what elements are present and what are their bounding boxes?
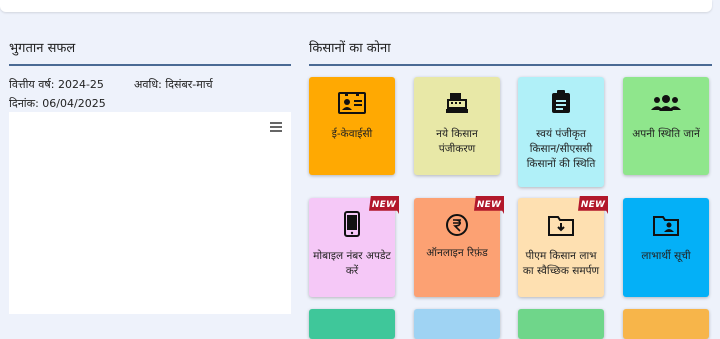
tile-ekyc[interactable]: ई-केवाईसी xyxy=(309,77,395,175)
payment-title-underline xyxy=(9,64,291,66)
tile-label: पीएम किसान लाभ का स्वैच्छिक समर्पण xyxy=(522,250,600,277)
chart-menu-icon[interactable] xyxy=(270,122,282,132)
new-badge: NEW xyxy=(474,196,504,214)
new-badge: NEW xyxy=(578,196,608,214)
tile-label: ई-केवाईसी xyxy=(331,128,373,140)
id-card-icon xyxy=(338,92,366,114)
financial-year-label: वित्तीय वर्ष: 2024-25 xyxy=(9,78,104,91)
tile-label: नये किसान पंजीकरण xyxy=(436,128,478,155)
tile-online-refund[interactable]: ऑनलाइन रिफ़ंड NEW xyxy=(414,196,504,297)
tile-label: ऑनलाइन रिफ़ंड xyxy=(426,247,488,259)
tile-label: अपनी स्थिति जानें xyxy=(632,128,700,140)
tile-new-farmer-registration[interactable]: नये किसान पंजीकरण xyxy=(414,77,500,175)
mobile-icon xyxy=(344,211,360,237)
payment-success-title: भुगतान सफल xyxy=(9,41,76,56)
tile-know-your-status[interactable]: अपनी स्थिति जानें xyxy=(623,77,709,175)
tile-label: लाभार्थी सूची xyxy=(641,250,691,262)
folder-user-icon xyxy=(653,214,679,236)
date-label: दिनांक: 06/04/2025 xyxy=(9,97,106,110)
new-badge: NEW xyxy=(369,196,399,214)
cash-register-icon xyxy=(445,92,469,114)
tile-voluntary-surrender[interactable]: पीएम किसान लाभ का स्वैच्छिक समर्पण NEW xyxy=(518,196,608,297)
tile-self-registered-status[interactable]: स्वयं पंजीकृत किसान/सीएससी किसानों की स्… xyxy=(518,77,604,187)
rupee-refund-icon xyxy=(445,213,469,237)
farmers-corner-title: किसानों का कोना xyxy=(309,41,391,56)
farmers-corner-underline xyxy=(309,64,712,66)
clipboard-icon xyxy=(551,90,571,114)
period-label: अवधि: दिसंबर-मार्च xyxy=(134,78,213,91)
folder-download-icon xyxy=(548,214,574,236)
top-card-edge xyxy=(0,0,712,12)
payment-chart-panel xyxy=(9,112,291,314)
tile-beneficiary-list[interactable]: लाभार्थी सूची xyxy=(623,198,709,297)
tile-label: मोबाइल नंबर अपडेट करें xyxy=(313,250,391,277)
tile-label: स्वयं पंजीकृत किसान/सीएससी किसानों की स्… xyxy=(526,128,596,170)
tile-update-mobile-number[interactable]: मोबाइल नंबर अपडेट करें NEW xyxy=(309,196,399,297)
users-icon xyxy=(651,94,681,112)
